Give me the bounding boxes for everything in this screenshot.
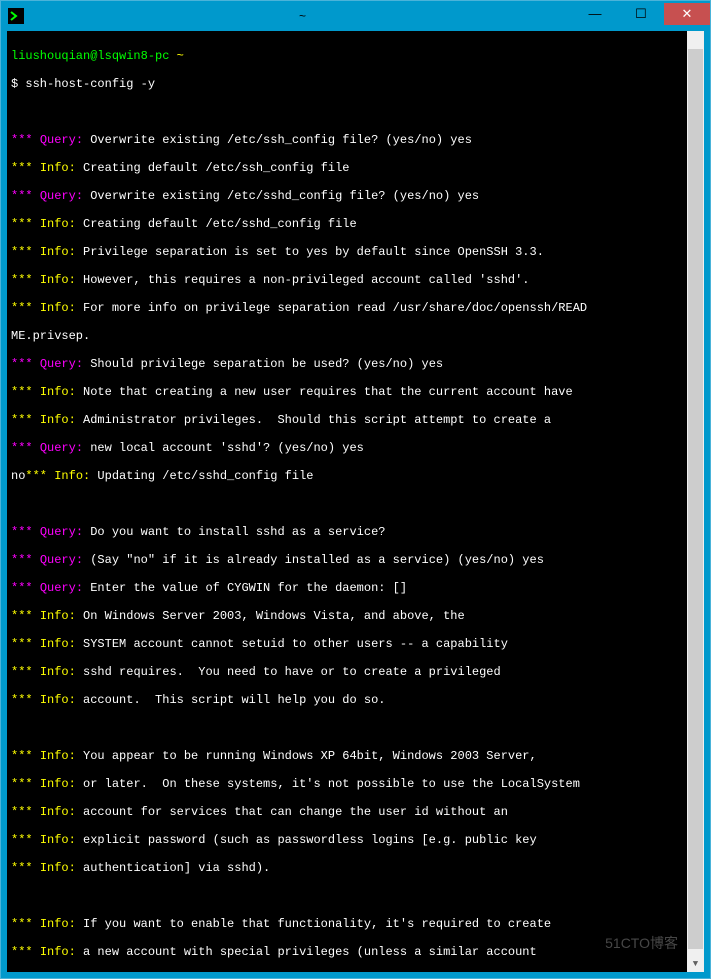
info-line: authentication] via sshd).	[76, 861, 270, 875]
info-line: a new account with special privileges (u…	[76, 945, 537, 959]
q-install-service: Do you want to install sshd as a service…	[83, 525, 385, 539]
info-line: account. This script will help you do so…	[76, 693, 386, 707]
info-line: Note that creating a new user requires t…	[76, 385, 573, 399]
q-overwrite-sshd: Overwrite existing /etc/sshd_config file…	[83, 189, 479, 203]
info-line: SYSTEM account cannot setuid to other us…	[76, 637, 508, 651]
info-line: You appear to be running Windows XP 64bi…	[76, 749, 537, 763]
info-line: sshd requires. You need to have or to cr…	[76, 665, 501, 679]
maximize-button[interactable]: ☐	[618, 3, 664, 25]
command-1: ssh-host-config -y	[25, 77, 155, 91]
info-line: or later. On these systems, it's not pos…	[76, 777, 580, 791]
titlebar[interactable]: ~ — ☐ ✕	[1, 1, 710, 31]
info-line: explicit password (such as passwordless …	[76, 833, 537, 847]
q-new-account: new local account 'sshd'? (yes/no) yes	[83, 441, 364, 455]
q-privsep: Should privilege separation be used? (ye…	[83, 357, 443, 371]
terminal-output[interactable]: liushouqian@lsqwin8-pc ~ $ ssh-host-conf…	[7, 31, 704, 972]
prompt-userhost: liushouqian@lsqwin8-pc	[11, 49, 169, 63]
info-wrap: ME.privsep.	[11, 329, 90, 343]
prompt-tilde: ~	[177, 49, 184, 63]
info-line: If you want to enable that functionality…	[76, 917, 551, 931]
q-cygwin-value: Enter the value of CYGWIN for the daemon…	[83, 581, 407, 595]
minimize-button[interactable]: —	[572, 3, 618, 25]
app-icon	[7, 7, 25, 25]
q-overwrite-ssh: Overwrite existing /etc/ssh_config file?…	[83, 133, 472, 147]
q-say-no: (Say "no" if it is already installed as …	[83, 553, 544, 567]
info-line: Administrator privileges. Should this sc…	[76, 413, 551, 427]
watermark: 51CTO博客	[605, 936, 678, 950]
info-line: On Windows Server 2003, Windows Vista, a…	[76, 609, 465, 623]
info-line: Creating default /etc/ssh_config file	[76, 161, 350, 175]
terminal-window: ~ — ☐ ✕ liushouqian@lsqwin8-pc ~ $ ssh-h…	[0, 0, 711, 979]
scrollbar[interactable]: ▲ ▼	[687, 31, 704, 972]
scroll-thumb[interactable]	[688, 49, 703, 949]
scroll-down-arrow[interactable]: ▼	[687, 955, 704, 972]
window-title: ~	[33, 9, 572, 23]
prompt-dollar: $	[11, 77, 18, 91]
info-line: For more info on privilege separation re…	[76, 301, 587, 315]
info-line: Privilege separation is set to yes by de…	[76, 245, 544, 259]
info-line: Updating /etc/sshd_config file	[90, 469, 313, 483]
info-line: Creating default /etc/sshd_config file	[76, 217, 357, 231]
close-button[interactable]: ✕	[664, 3, 710, 25]
info-line: However, this requires a non-privileged …	[76, 273, 530, 287]
info-line: account for services that can change the…	[76, 805, 508, 819]
no-prefix: no	[11, 469, 25, 483]
